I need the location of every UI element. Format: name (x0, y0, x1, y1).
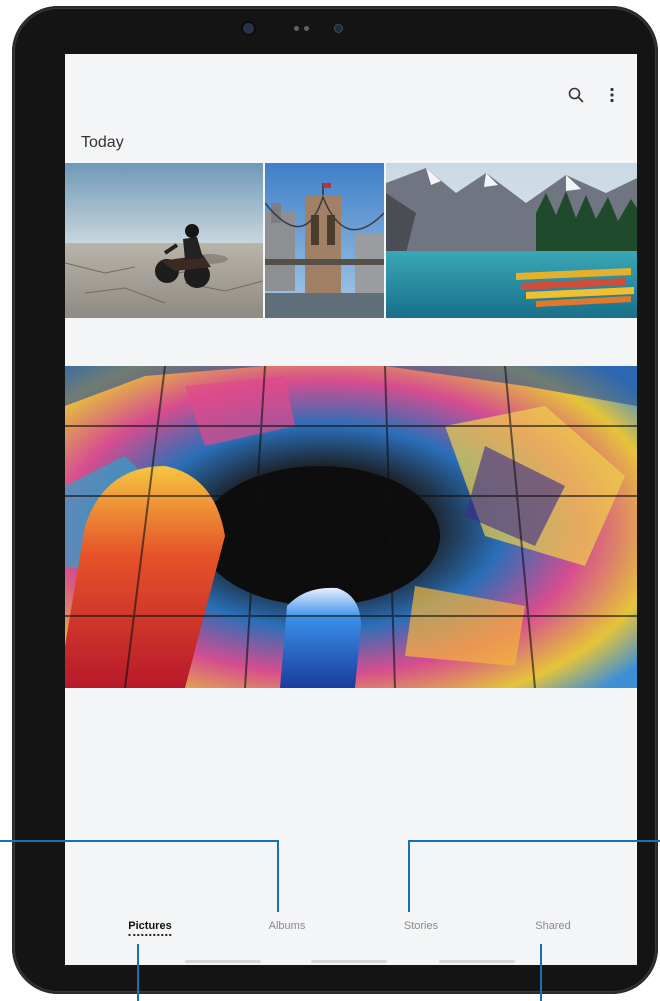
gallery-screen: Today Pictures Albums Stories Shared (65, 54, 637, 965)
photo-thumbnail-motorcycle[interactable] (65, 163, 263, 318)
more-options-icon[interactable] (601, 84, 623, 106)
tab-albums[interactable]: Albums (269, 920, 306, 932)
bottom-tab-bar: Pictures Albums Stories Shared (65, 920, 637, 946)
tablet-device: Today Pictures Albums Stories Shared (12, 6, 658, 994)
sensor-icon (304, 26, 309, 31)
callout-line-stories (408, 840, 660, 842)
sensor-icon (294, 26, 299, 31)
callout-line-albums (277, 840, 279, 912)
iris-sensor-icon (335, 25, 342, 32)
tab-pictures[interactable]: Pictures (128, 920, 173, 936)
callout-line-albums (0, 840, 279, 842)
callout-line-stories (408, 840, 410, 912)
callout-line-shared (540, 944, 542, 1001)
front-camera-icon (243, 23, 254, 34)
nav-bar-segment (185, 960, 261, 963)
section-title: Today (81, 134, 124, 151)
search-icon[interactable] (565, 84, 587, 106)
photo-stained-glass[interactable] (65, 366, 637, 688)
nav-bar-segment (311, 960, 387, 963)
photo-thumbnail-lake[interactable] (386, 163, 637, 318)
callout-line-pictures (137, 944, 139, 1001)
tab-stories[interactable]: Stories (404, 920, 438, 932)
photo-thumbnail-bridge[interactable] (265, 163, 384, 318)
nav-bar-segment (439, 960, 515, 963)
tab-shared[interactable]: Shared (535, 920, 570, 932)
